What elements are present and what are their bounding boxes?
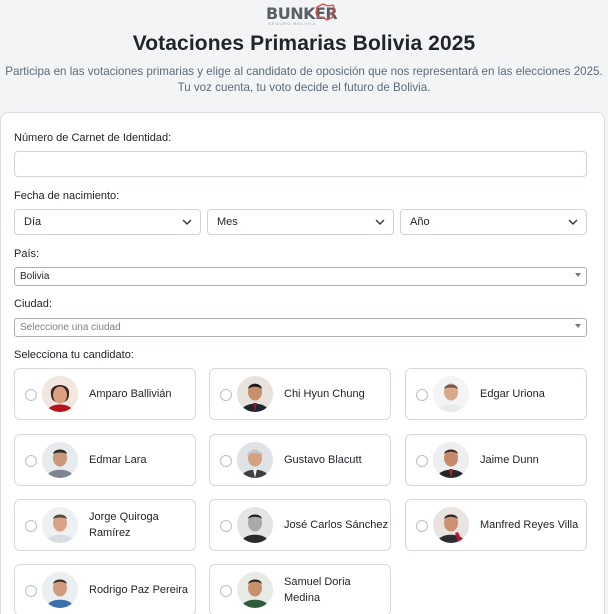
candidate-name: Edmar Lara	[89, 454, 147, 466]
candidate-name: Amparo Ballivián	[89, 388, 172, 400]
dob-label: Fecha de nacimiento:	[14, 190, 120, 202]
bolivia-map-icon	[315, 3, 336, 21]
year-select-value: Año	[410, 216, 430, 228]
month-select[interactable]: Mes	[207, 209, 394, 235]
candidate-name: José Carlos Sánchez	[284, 519, 388, 531]
candidate-avatar	[433, 376, 469, 412]
candidate-option[interactable]: Jorge Quiroga Ramírez	[14, 499, 196, 551]
day-select-value: Día	[24, 216, 42, 228]
chevron-down-icon	[375, 219, 385, 225]
page-subtitle: Participa en las votaciones primarias y …	[0, 64, 608, 96]
candidate-radio[interactable]	[220, 389, 232, 401]
country-label: País:	[14, 248, 40, 260]
chevron-down-icon	[568, 219, 578, 225]
candidate-name: Jorge Quiroga Ramírez	[89, 511, 159, 539]
candidate-option[interactable]: José Carlos Sánchez	[209, 499, 391, 551]
candidates-label: Selecciona tu candidato:	[14, 349, 134, 361]
candidate-name: Manfred Reyes Villa	[480, 519, 579, 531]
candidate-radio[interactable]	[416, 520, 428, 532]
candidate-avatar	[42, 376, 78, 412]
brand-logo: BUNKER SEGURO BOLIVIA	[0, 0, 608, 26]
candidate-radio[interactable]	[25, 520, 37, 532]
candidate-option[interactable]: Chi Hyun Chung	[209, 368, 391, 420]
candidate-avatar	[42, 507, 78, 543]
month-select-value: Mes	[217, 216, 238, 228]
candidate-radio[interactable]	[25, 455, 37, 467]
candidate-name: Jaime Dunn	[480, 454, 539, 466]
subtitle-line-2: Tu voz cuenta, tu voto decide el futuro …	[177, 81, 431, 94]
candidate-avatar	[433, 442, 469, 478]
candidate-name: Samuel Doria Medina	[284, 576, 351, 604]
ci-input[interactable]	[14, 151, 587, 177]
page-title: Votaciones Primarias Bolivia 2025	[132, 32, 476, 55]
dropdown-arrow-icon	[575, 324, 581, 328]
candidate-radio[interactable]	[25, 389, 37, 401]
candidate-option[interactable]: Jaime Dunn	[405, 434, 587, 486]
candidate-option[interactable]: Gustavo Blacutt	[209, 434, 391, 486]
city-select[interactable]: Seleccione una ciudad	[14, 318, 587, 337]
dropdown-arrow-icon	[575, 273, 581, 277]
day-select[interactable]: Día	[14, 209, 201, 235]
candidate-radio[interactable]	[220, 455, 232, 467]
candidate-radio[interactable]	[416, 455, 428, 467]
candidate-option[interactable]: Amparo Ballivián	[14, 368, 196, 420]
candidate-option[interactable]: Edgar Uriona	[405, 368, 587, 420]
candidate-radio[interactable]	[416, 389, 428, 401]
candidate-avatar	[42, 572, 78, 608]
candidate-avatar	[237, 572, 273, 608]
candidate-radio[interactable]	[220, 520, 232, 532]
subtitle-line-1: Participa en las votaciones primarias y …	[5, 65, 603, 78]
candidate-option[interactable]: Samuel Doria Medina	[209, 564, 391, 614]
candidate-radio[interactable]	[25, 585, 37, 597]
candidate-name: Edgar Uriona	[480, 388, 545, 400]
candidate-avatar	[237, 376, 273, 412]
candidate-name: Gustavo Blacutt	[284, 454, 362, 466]
candidate-name: Chi Hyun Chung	[284, 388, 365, 400]
candidate-avatar	[433, 507, 469, 543]
candidate-option[interactable]: Edmar Lara	[14, 434, 196, 486]
candidate-radio[interactable]	[220, 585, 232, 597]
country-select[interactable]: Bolivia	[14, 267, 587, 286]
chevron-down-icon	[182, 219, 192, 225]
ci-label: Número de Carnet de Identidad:	[14, 132, 172, 144]
country-select-value: Bolivia	[20, 271, 50, 282]
candidate-name: Rodrigo Paz Pereira	[89, 584, 189, 596]
candidate-avatar	[42, 442, 78, 478]
year-select[interactable]: Año	[400, 209, 587, 235]
logo-subtext: SEGURO BOLIVIA	[268, 21, 317, 26]
city-select-placeholder: Seleccione una ciudad	[20, 322, 121, 333]
candidate-avatar	[237, 442, 273, 478]
candidate-avatar	[237, 507, 273, 543]
candidate-option[interactable]: Manfred Reyes Villa	[405, 499, 587, 551]
candidate-option[interactable]: Rodrigo Paz Pereira	[14, 564, 196, 614]
city-label: Ciudad:	[14, 298, 52, 310]
